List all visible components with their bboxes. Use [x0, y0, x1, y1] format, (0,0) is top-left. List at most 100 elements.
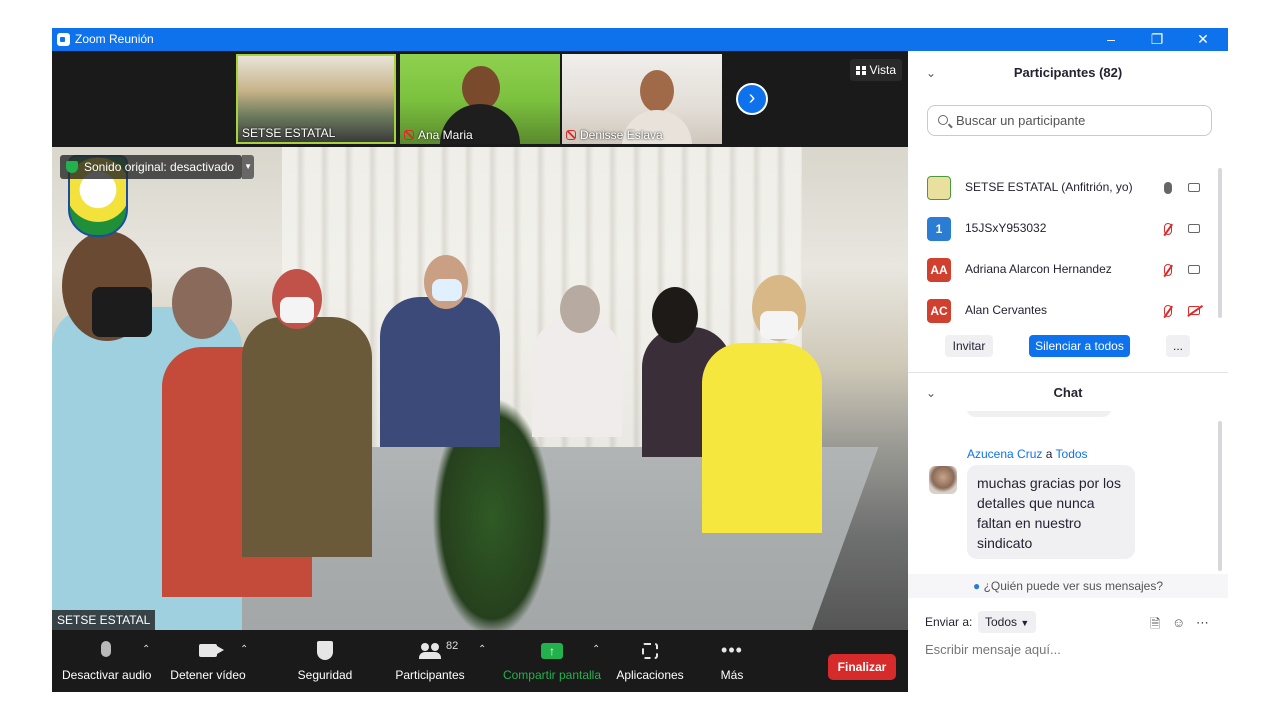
original-sound-indicator[interactable]: Sonido original: desactivado ▼ — [60, 155, 255, 179]
thumb-name-text: Denisse Eslava — [580, 128, 663, 142]
participants-button[interactable]: 82 Participantes — [390, 638, 470, 682]
thumb-name: SETSE ESTATAL — [242, 126, 336, 140]
participants-icon — [419, 643, 441, 659]
participant-search-input[interactable]: Buscar un participante — [927, 105, 1212, 136]
thumb-name: Ana Maria — [404, 128, 473, 142]
microphone-muted-icon[interactable] — [1164, 264, 1172, 276]
person-head — [560, 285, 600, 333]
participant-row[interactable]: AC Alan Cervantes — [908, 291, 1218, 331]
send-to-select[interactable]: Todos ▼ — [978, 611, 1037, 633]
participant-name: 15JSxY953032 — [965, 221, 1047, 235]
person-head — [652, 287, 698, 343]
zoom-window: Zoom Reunión – ❐ ✕ SETSE ESTATAL Ana Mar… — [52, 28, 1228, 692]
search-icon — [938, 115, 948, 125]
close-icon[interactable]: ✕ — [1180, 28, 1226, 51]
chat-scrollbar[interactable] — [1218, 421, 1222, 571]
send-to-label: Enviar a: — [925, 615, 973, 629]
microphone-icon[interactable] — [1164, 182, 1172, 194]
shield-icon — [317, 641, 333, 660]
participant-name: Adriana Alarcon Hernandez — [965, 262, 1112, 276]
side-panel: ⌄ Participantes (82) Buscar un participa… — [908, 51, 1228, 692]
minimize-icon[interactable]: – — [1088, 28, 1134, 51]
share-screen-icon: ↑ — [541, 643, 563, 659]
who-can-see-link[interactable]: ● ¿Quién puede ver sus mensajes? — [908, 574, 1228, 598]
security-label: Seguridad — [297, 668, 353, 682]
mute-audio-button[interactable]: Desactivar audio — [62, 638, 152, 682]
mic-muted-icon — [566, 130, 576, 140]
end-meeting-button[interactable]: Finalizar — [828, 654, 896, 680]
view-button[interactable]: Vista — [849, 59, 902, 81]
invite-button[interactable]: Invitar — [945, 335, 993, 357]
video-camera-off-icon[interactable] — [1188, 306, 1200, 315]
thumb-name-text: Ana Maria — [418, 128, 473, 142]
shield-check-icon — [66, 161, 78, 173]
message-sender-line: Azucena Cruz a Todos — [967, 447, 1088, 461]
chat-message-input[interactable]: Escribir mensaje aquí... — [925, 639, 1215, 661]
participant-row[interactable]: AA Adriana Alarcon Hernandez — [908, 250, 1218, 290]
sender-avatar — [929, 466, 957, 494]
audio-options-caret-icon[interactable]: ⌃ — [142, 644, 150, 655]
video-thumbnail-strip: SETSE ESTATAL Ana Maria Denisse Eslava ›… — [52, 51, 908, 147]
speaker-name-label: SETSE ESTATAL — [52, 610, 156, 630]
window-title: Zoom Reunión — [75, 32, 154, 46]
participants-scrollbar[interactable] — [1218, 168, 1222, 318]
participant-name: SETSE ESTATAL (Anfitrión, yo) — [965, 180, 1133, 194]
participant-name: Alan Cervantes — [965, 303, 1048, 317]
mute-all-button[interactable]: Silenciar a todos — [1029, 335, 1130, 357]
participants-options-caret-icon[interactable]: ⌃ — [478, 644, 486, 655]
video-thumb-denisse[interactable]: Denisse Eslava — [562, 54, 722, 144]
file-icon[interactable]: 🗎 — [1150, 615, 1160, 637]
video-thumb-ana-maria[interactable]: Ana Maria — [400, 54, 560, 144]
meeting-toolbar: Desactivar audio ⌃ Detener vídeo ⌃ Segur… — [52, 630, 908, 692]
participant-row[interactable]: SETSE ESTATAL (Anfitrión, yo) — [908, 168, 1218, 208]
participants-label: Participantes — [395, 668, 465, 682]
grid-icon — [855, 66, 866, 75]
chevron-down-icon[interactable]: ▼ — [242, 155, 255, 179]
participants-header: ⌄ Participantes (82) — [908, 55, 1228, 91]
security-button[interactable]: Seguridad — [288, 638, 362, 682]
stop-video-label: Detener vídeo — [170, 668, 246, 682]
person-lock-icon: ● — [972, 579, 981, 593]
share-options-caret-icon[interactable]: ⌃ — [592, 644, 600, 655]
face-mask — [280, 297, 314, 323]
apps-button[interactable]: Aplicaciones — [614, 638, 686, 682]
share-screen-button[interactable]: ↑ Compartir pantalla — [500, 638, 604, 682]
send-to-value: Todos — [985, 615, 1018, 629]
search-placeholder: Buscar un participante — [956, 113, 1086, 128]
thumb-name: Denisse Eslava — [566, 128, 663, 142]
microphone-icon — [101, 641, 111, 657]
next-page-button[interactable]: › — [736, 83, 768, 115]
participant-row[interactable]: 1 15JSxY953032 — [908, 209, 1218, 249]
video-options-caret-icon[interactable]: ⌃ — [240, 644, 248, 655]
more-button[interactable]: ••• Más — [712, 638, 752, 682]
apps-label: Aplicaciones — [616, 668, 684, 682]
video-camera-icon[interactable] — [1188, 224, 1200, 233]
sender-name[interactable]: Azucena Cruz — [967, 447, 1042, 461]
to-word: a — [1045, 447, 1053, 461]
video-thumb-setse[interactable]: SETSE ESTATAL — [236, 54, 396, 144]
person-center — [380, 297, 500, 447]
person-right — [702, 343, 822, 533]
collapse-chevron-icon[interactable]: ⌄ — [926, 55, 936, 91]
share-screen-label: Compartir pantalla — [502, 668, 602, 682]
person — [532, 317, 622, 437]
title-bar: Zoom Reunión – ❐ ✕ — [52, 28, 1228, 51]
video-camera-icon[interactable] — [1188, 265, 1200, 274]
collapse-chevron-icon[interactable]: ⌄ — [926, 375, 936, 411]
view-label: Vista — [869, 63, 896, 77]
emoji-icon[interactable]: ☺ — [1172, 615, 1185, 630]
video-camera-icon[interactable] — [1188, 183, 1200, 192]
microphone-muted-icon[interactable] — [1164, 223, 1172, 235]
participants-more-button[interactable]: ... — [1166, 335, 1190, 357]
who-can-see-label: ¿Quién puede ver sus mensajes? — [983, 579, 1164, 593]
face-mask — [432, 279, 462, 301]
participant-face — [640, 70, 674, 112]
recipient-name[interactable]: Todos — [1056, 447, 1088, 461]
more-dots-icon[interactable]: ⋯ — [1196, 615, 1209, 631]
stop-video-button[interactable]: Detener vídeo — [164, 638, 252, 682]
microphone-muted-icon[interactable] — [1164, 305, 1172, 317]
restore-icon[interactable]: ❐ — [1134, 28, 1180, 51]
face-mask — [760, 311, 798, 339]
message-bubble: muchas gracias por los detalles que nunc… — [967, 465, 1135, 559]
mute-audio-label: Desactivar audio — [62, 668, 152, 682]
